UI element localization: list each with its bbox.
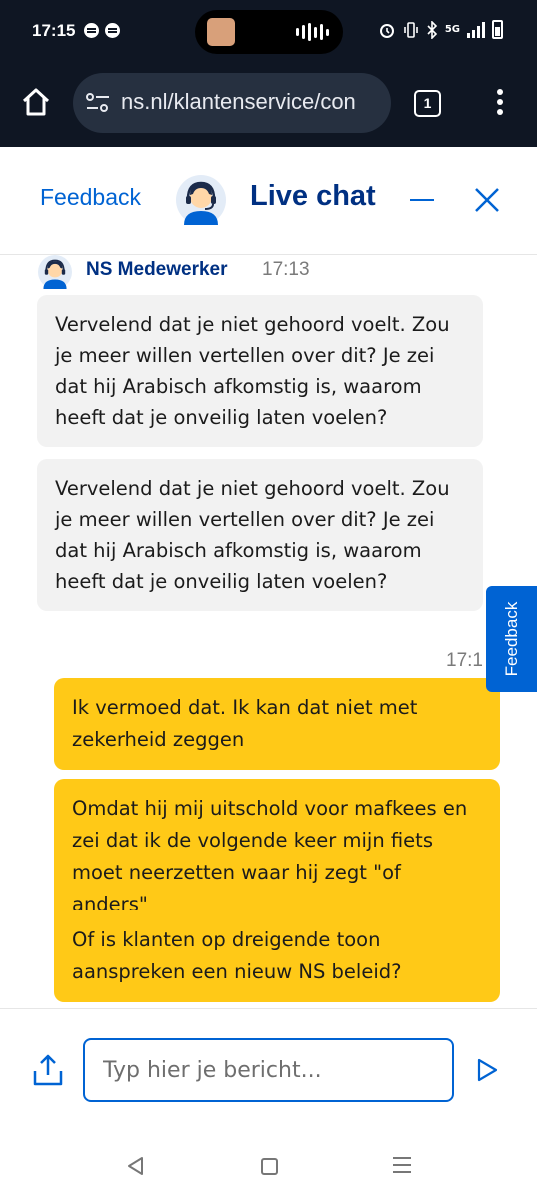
user-timestamp: 17:1 <box>446 650 483 671</box>
agent-message: Vervelend dat je niet gehoord voelt. Zou… <box>37 459 483 611</box>
home-nav-button[interactable] <box>261 1158 278 1175</box>
feedback-tab-label: Feedback <box>501 601 521 677</box>
chat-title: Live chat <box>250 180 376 212</box>
minimize-icon[interactable] <box>410 199 434 201</box>
spotify-icon <box>84 23 99 38</box>
audio-wave-icon <box>296 23 329 41</box>
send-icon[interactable] <box>476 1058 498 1082</box>
system-top-area: 17:15 5G ns.nl/klantenservice/con 1 <box>0 0 537 147</box>
user-message: Of is klanten op dreigende toon aansprek… <box>54 910 500 1002</box>
back-icon[interactable] <box>126 1156 146 1176</box>
recents-icon[interactable] <box>393 1157 411 1178</box>
chat-header: Feedback Live chat <box>0 147 537 255</box>
close-icon[interactable] <box>474 187 500 213</box>
network-label: 5G <box>444 24 460 35</box>
alarm-icon <box>379 23 394 38</box>
agent-message: Vervelend dat je niet gehoord voelt. Zou… <box>37 295 483 447</box>
bluetooth-icon <box>427 20 437 39</box>
tab-switcher-button[interactable]: 1 <box>414 90 441 117</box>
message-composer <box>0 1008 537 1130</box>
share-icon[interactable] <box>32 1053 64 1087</box>
signal-icon <box>467 21 485 38</box>
vibrate-icon <box>404 21 418 38</box>
battery-icon <box>492 20 503 39</box>
message-input[interactable] <box>83 1038 454 1102</box>
user-message: Ik vermoed dat. Ik kan dat niet met zeke… <box>54 678 500 770</box>
agent-name: NS Medewerker <box>86 259 228 280</box>
agent-timestamp: 17:13 <box>262 259 310 280</box>
headset-avatar-icon <box>176 175 226 225</box>
home-icon[interactable] <box>20 86 52 118</box>
system-nav-bar <box>0 1130 537 1200</box>
feedback-tab[interactable]: Feedback <box>486 586 537 692</box>
url-text[interactable]: ns.nl/klantenservice/con <box>121 89 383 115</box>
soundwave-icon <box>105 23 120 38</box>
status-app-icons <box>84 23 120 38</box>
media-island[interactable] <box>195 10 343 54</box>
feedback-link[interactable]: Feedback <box>40 184 141 211</box>
media-thumbnail <box>207 18 235 46</box>
headset-avatar-icon <box>38 255 72 289</box>
status-time: 17:15 <box>32 21 76 40</box>
url-bar[interactable]: ns.nl/klantenservice/con <box>73 73 391 133</box>
tune-icon[interactable] <box>85 91 111 115</box>
menu-icon[interactable] <box>494 89 506 119</box>
status-indicators: 5G <box>378 20 503 39</box>
agent-message-header: NS Medewerker 17:13 <box>38 255 358 289</box>
